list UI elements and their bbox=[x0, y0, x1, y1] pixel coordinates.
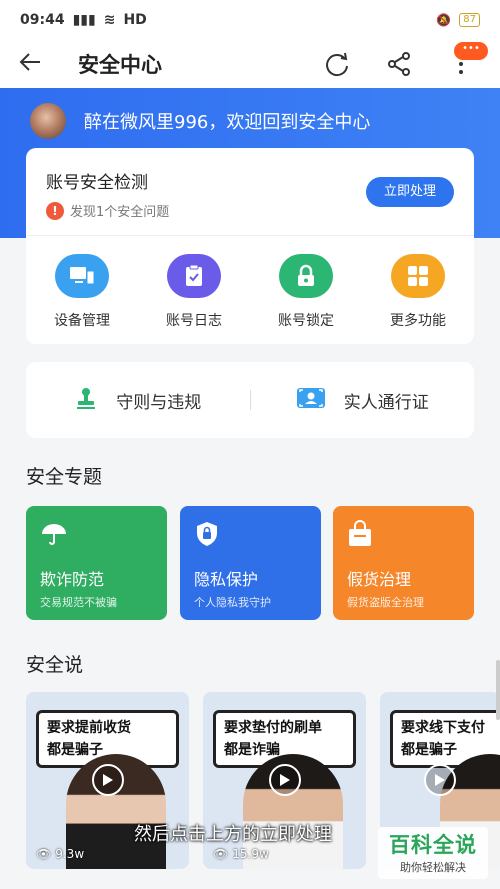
shield-lock-icon bbox=[194, 520, 307, 552]
fix-now-button[interactable]: 立即处理 bbox=[366, 177, 454, 207]
topics-section-title: 安全专题 bbox=[26, 466, 103, 488]
grid-icon bbox=[391, 254, 445, 298]
rules-card: 守则与违规 实人通行证 bbox=[26, 362, 474, 438]
wifi-icon: ≋ bbox=[103, 12, 116, 28]
real-person-pass-link[interactable]: 实人通行证 bbox=[251, 387, 475, 414]
stamp-icon bbox=[74, 386, 98, 415]
feature-more[interactable]: 更多功能 bbox=[368, 254, 468, 330]
security-warning-text: 发现1个安全问题 bbox=[70, 205, 170, 220]
play-icon[interactable] bbox=[424, 764, 456, 796]
talks-section-title: 安全说 bbox=[26, 654, 84, 676]
welcome-row: 醉在微风里996，欢迎回到安全中心 bbox=[30, 103, 370, 139]
log-icon bbox=[167, 254, 221, 298]
battery-indicator: 87 bbox=[459, 13, 480, 27]
avatar[interactable] bbox=[30, 103, 66, 139]
topic-counterfeit-governance[interactable]: 假货治理 假货盗版全治理 bbox=[333, 506, 474, 620]
rules-violations-link[interactable]: 守则与违规 bbox=[26, 386, 250, 415]
back-arrow-icon[interactable] bbox=[18, 49, 58, 79]
welcome-text: 醉在微风里996，欢迎回到安全中心 bbox=[84, 112, 371, 133]
share-icon[interactable] bbox=[384, 49, 414, 79]
view-count: 15.9w bbox=[232, 847, 269, 861]
warning-icon: ! bbox=[46, 201, 64, 220]
feature-grid: 设备管理 账号日志 账号锁定 更多功能 bbox=[26, 236, 474, 330]
watermark-logo: 百科全说 助你轻松解决 bbox=[378, 827, 488, 879]
feature-account-lock[interactable]: 账号锁定 bbox=[256, 254, 356, 330]
app-bar: 安全中心 ••• bbox=[0, 40, 500, 88]
mute-icon: 🔕 bbox=[436, 13, 452, 27]
network-label: HD bbox=[123, 12, 147, 28]
feature-device-management[interactable]: 设备管理 bbox=[32, 254, 132, 330]
umbrella-icon bbox=[40, 520, 153, 552]
view-count: 9.3w bbox=[55, 847, 85, 861]
signal-icon: ▮▮▮ bbox=[72, 12, 96, 28]
eye-icon: 👁 bbox=[36, 847, 52, 861]
eye-icon: 👁 bbox=[213, 847, 229, 861]
security-check-card: 账号安全检测 ! 发现1个安全问题 立即处理 设备管理 账号日志 账号锁定 更多… bbox=[26, 148, 474, 344]
id-card-icon bbox=[296, 387, 326, 414]
bag-icon bbox=[347, 520, 460, 552]
status-time: 09:44 bbox=[20, 12, 65, 28]
scrollbar[interactable] bbox=[496, 660, 500, 720]
device-icon bbox=[55, 254, 109, 298]
play-icon[interactable] bbox=[91, 764, 124, 796]
page-title: 安全中心 bbox=[78, 53, 162, 77]
refresh-icon[interactable] bbox=[322, 49, 352, 79]
video-caption: 然后点击上方的立即处理 bbox=[134, 824, 332, 845]
feature-account-log[interactable]: 账号日志 bbox=[144, 254, 244, 330]
status-bar: 09:44 ▮▮▮ ≋ HD 🔕 87 bbox=[0, 0, 500, 40]
topic-fraud-prevention[interactable]: 欺诈防范 交易规范不被骗 bbox=[26, 506, 167, 620]
menu-badge: ••• bbox=[454, 42, 488, 60]
lock-icon bbox=[279, 254, 333, 298]
play-icon[interactable] bbox=[268, 764, 301, 796]
topic-privacy-protection[interactable]: 隐私保护 个人隐私我守护 bbox=[180, 506, 321, 620]
